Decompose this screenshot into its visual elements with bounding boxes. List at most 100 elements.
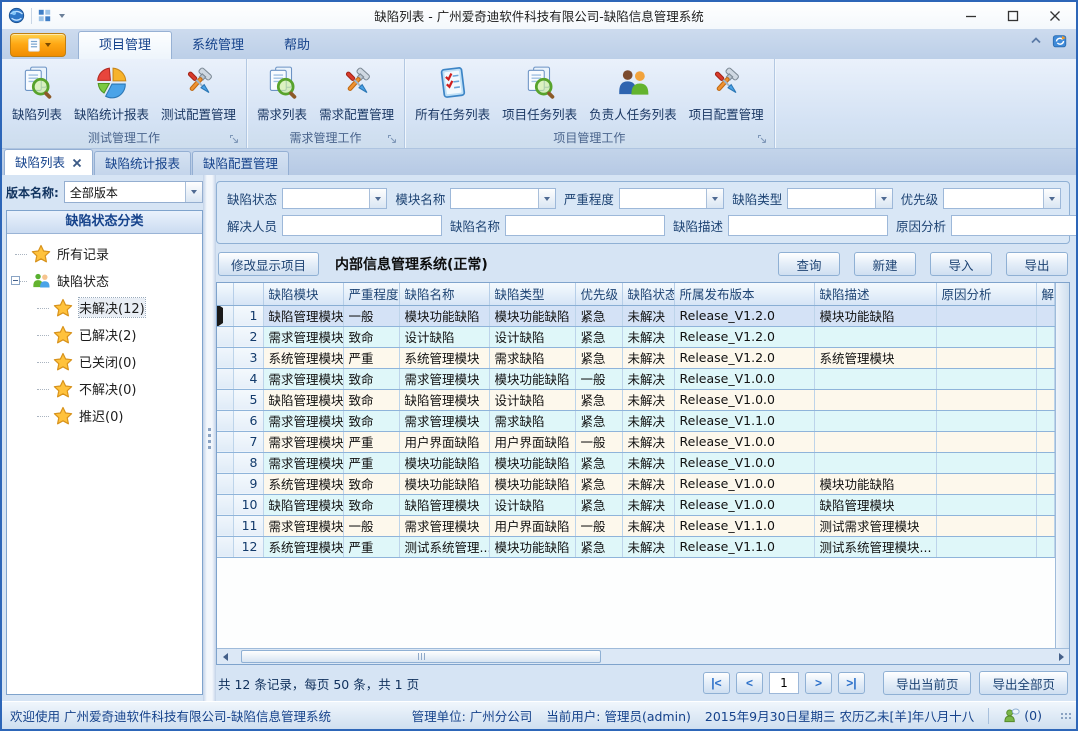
- export-current-page-button[interactable]: 导出当前页: [883, 671, 972, 695]
- table-row[interactable]: 2需求管理模块致命设计缺陷设计缺陷紧急未解决Release_V1.2.0: [217, 326, 1055, 347]
- filter-input-defect-description[interactable]: [728, 215, 888, 236]
- table-row[interactable]: 1缺陷管理模块一般模块功能缺陷模块功能缺陷紧急未解决Release_V1.2.0…: [217, 305, 1055, 326]
- table-row[interactable]: 6需求管理模块致命需求管理模块需求缺陷紧急未解决Release_V1.1.0: [217, 410, 1055, 431]
- import-button[interactable]: 导入: [930, 252, 992, 276]
- ribbon-button-tools[interactable]: 项目配置管理: [683, 61, 770, 130]
- tab-close-icon[interactable]: [71, 157, 82, 168]
- column-header[interactable]: 优先级: [575, 283, 622, 305]
- version-combobox[interactable]: 全部版本: [64, 181, 203, 203]
- filter-input-resolver[interactable]: [282, 215, 442, 236]
- ribbon-button-doc-search[interactable]: 缺陷列表: [6, 61, 68, 130]
- filter-input-cause-analysis[interactable]: [951, 215, 1078, 236]
- dropdown-arrow-icon[interactable]: [875, 189, 892, 208]
- table-row[interactable]: 4需求管理模块致命需求管理模块模块功能缺陷一般未解决Release_V1.0.0: [217, 368, 1055, 389]
- next-page-button[interactable]: >: [805, 672, 832, 694]
- table-row[interactable]: 8需求管理模块严重模块功能缺陷模块功能缺陷紧急未解决Release_V1.0.0: [217, 452, 1055, 473]
- scroll-right-icon[interactable]: [1053, 649, 1069, 664]
- column-header[interactable]: 所属发布版本: [674, 283, 814, 305]
- quick-access-caret-icon[interactable]: [59, 14, 65, 18]
- table-row[interactable]: 12系统管理模块严重测试系统管理...模块功能缺陷紧急未解决Release_V1…: [217, 536, 1055, 557]
- first-page-button[interactable]: |<: [703, 672, 730, 694]
- row-number-cell: 9: [233, 473, 263, 494]
- tree-item[interactable]: 推迟(0): [7, 402, 202, 429]
- tree-item[interactable]: 已解决(2): [7, 321, 202, 348]
- dropdown-arrow-icon[interactable]: [1043, 189, 1060, 208]
- dropdown-arrow-icon[interactable]: [706, 189, 723, 208]
- cell: 紧急: [575, 347, 622, 368]
- export-button[interactable]: 导出: [1006, 252, 1068, 276]
- dropdown-arrow-icon[interactable]: [538, 189, 555, 208]
- tree-item[interactable]: 不解决(0): [7, 375, 202, 402]
- ribbon-button-doc-search[interactable]: 需求列表: [251, 61, 313, 130]
- column-header[interactable]: 缺陷状态: [622, 283, 674, 305]
- ribbon-tab-2[interactable]: 系统管理: [172, 32, 264, 59]
- column-header[interactable]: 缺陷名称: [399, 283, 489, 305]
- dropdown-arrow-icon[interactable]: [185, 182, 202, 202]
- resize-grip-icon[interactable]: [1060, 712, 1072, 720]
- maximize-button[interactable]: [992, 2, 1034, 29]
- filter-select-module-name[interactable]: [450, 188, 555, 209]
- new-button[interactable]: 新建: [854, 252, 916, 276]
- scrollbar-thumb[interactable]: [241, 650, 601, 663]
- ribbon-button-users[interactable]: 负责人任务列表: [583, 61, 683, 130]
- ribbon-button-tools[interactable]: 测试配置管理: [155, 61, 242, 130]
- scroll-left-icon[interactable]: [217, 649, 233, 664]
- ribbon-button-pie-chart[interactable]: 缺陷统计报表: [68, 61, 155, 130]
- filter-select-priority[interactable]: [943, 188, 1061, 209]
- column-header[interactable]: 解决方法: [1036, 283, 1055, 305]
- panel-splitter[interactable]: [203, 175, 216, 701]
- filter-input-defect-name[interactable]: [505, 215, 665, 236]
- column-header[interactable]: 缺陷模块: [263, 283, 343, 305]
- column-header[interactable]: 严重程度: [343, 283, 399, 305]
- message-indicator[interactable]: (0): [1003, 707, 1042, 724]
- dialog-launcher-icon[interactable]: [229, 134, 240, 145]
- quick-access-grid-icon[interactable]: [38, 9, 51, 22]
- export-all-pages-button[interactable]: 导出全部页: [979, 671, 1068, 695]
- last-page-button[interactable]: >|: [838, 672, 865, 694]
- dialog-launcher-icon[interactable]: [757, 134, 768, 145]
- tree-item[interactable]: 缺陷状态: [7, 267, 202, 294]
- query-button[interactable]: 查询: [778, 252, 840, 276]
- column-header[interactable]: 原因分析: [936, 283, 1036, 305]
- tree-item[interactable]: 所有记录: [7, 240, 202, 267]
- modify-display-items-button[interactable]: 修改显示项目: [218, 252, 319, 276]
- tree-item[interactable]: 已关闭(0): [7, 348, 202, 375]
- column-header[interactable]: 缺陷描述: [814, 283, 936, 305]
- dropdown-arrow-icon[interactable]: [369, 189, 386, 208]
- column-header[interactable]: 缺陷类型: [489, 283, 575, 305]
- doc-tab-1[interactable]: 缺陷列表: [4, 149, 93, 175]
- dialog-launcher-icon[interactable]: [387, 134, 398, 145]
- ribbon-group-label: 项目管理工作: [553, 131, 625, 145]
- ribbon-button-doc-search[interactable]: 项目任务列表: [496, 61, 583, 130]
- prev-page-button[interactable]: <: [736, 672, 763, 694]
- application-menu-button[interactable]: [10, 33, 66, 57]
- table-row[interactable]: 11需求管理模块一般需求管理模块用户界面缺陷一般未解决Release_V1.1.…: [217, 515, 1055, 536]
- filter-select-defect-type[interactable]: [787, 188, 892, 209]
- table-row[interactable]: 3系统管理模块严重系统管理模块需求缺陷紧急未解决Release_V1.2.0系统…: [217, 347, 1055, 368]
- tree-expander-icon[interactable]: [11, 276, 20, 285]
- doc-tab-2[interactable]: 缺陷统计报表: [94, 151, 191, 175]
- table-row[interactable]: 5缺陷管理模块致命缺陷管理模块设计缺陷紧急未解决Release_V1.0.0: [217, 389, 1055, 410]
- ribbon-button-tools[interactable]: 需求配置管理: [313, 61, 400, 130]
- table-row[interactable]: 10缺陷管理模块致命缺陷管理模块设计缺陷紧急未解决Release_V1.0.0缺…: [217, 494, 1055, 515]
- cell: 紧急: [575, 410, 622, 431]
- horizontal-scrollbar[interactable]: [217, 648, 1069, 664]
- vertical-scrollbar[interactable]: [1055, 283, 1069, 648]
- collapse-ribbon-icon[interactable]: [1030, 35, 1042, 47]
- table-row[interactable]: 7需求管理模块严重用户界面缺陷用户界面缺陷一般未解决Release_V1.0.0: [217, 431, 1055, 452]
- ribbon-button-task-list[interactable]: 所有任务列表: [409, 61, 496, 130]
- close-button[interactable]: [1034, 2, 1076, 29]
- ribbon-help-icon[interactable]: [1052, 33, 1068, 49]
- filter-select-defect-status[interactable]: [282, 188, 387, 209]
- cell: 缺陷管理模块: [399, 389, 489, 410]
- row-indicator-cell: [217, 452, 233, 473]
- cell: Release_V1.1.0: [674, 536, 814, 557]
- table-row[interactable]: 9系统管理模块致命模块功能缺陷模块功能缺陷紧急未解决Release_V1.0.0…: [217, 473, 1055, 494]
- filter-select-severity[interactable]: [619, 188, 724, 209]
- page-number-input[interactable]: [769, 672, 799, 694]
- doc-tab-3[interactable]: 缺陷配置管理: [192, 151, 289, 175]
- minimize-button[interactable]: [950, 2, 992, 29]
- ribbon-tab-3[interactable]: 帮助: [264, 32, 330, 59]
- tree-item[interactable]: 未解决(12): [7, 294, 202, 321]
- ribbon-tab-1[interactable]: 项目管理: [78, 31, 172, 59]
